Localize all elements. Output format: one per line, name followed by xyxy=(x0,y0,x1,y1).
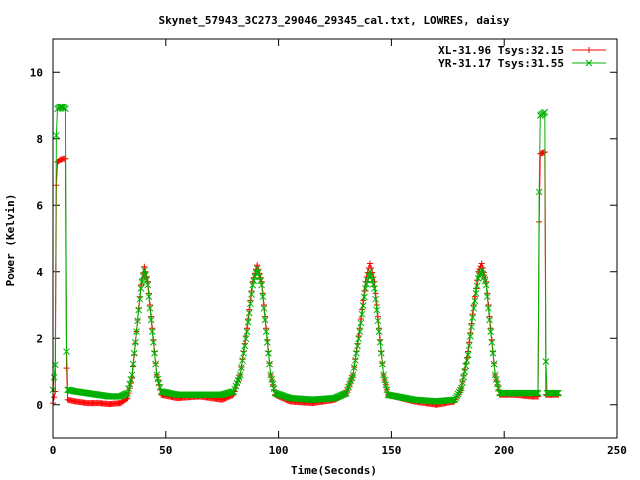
legend-label-yr: YR-31.17 Tsys:31.55 xyxy=(438,57,564,70)
x-tick-label: 100 xyxy=(269,444,289,457)
x-tick-label: 50 xyxy=(159,444,172,457)
x-tick-label: 0 xyxy=(50,444,57,457)
x-tick-label: 150 xyxy=(381,444,401,457)
y-tick-label: 4 xyxy=(36,266,43,279)
x-tick-label: 200 xyxy=(494,444,514,457)
chart: Skynet_57943_3C273_29046_29345_cal.txt, … xyxy=(0,0,640,480)
y-tick-label: 10 xyxy=(30,66,43,79)
y-tick-label: 0 xyxy=(36,399,43,412)
x-axis-label: Time(Seconds) xyxy=(291,464,377,477)
y-axis-label: Power (Kelvin) xyxy=(4,194,17,287)
y-tick-label: 8 xyxy=(36,133,43,146)
y-tick-label: 2 xyxy=(36,332,43,345)
x-tick-label: 250 xyxy=(607,444,627,457)
y-tick-label: 6 xyxy=(36,199,43,212)
legend-label-xl: XL-31.96 Tsys:32.15 xyxy=(438,44,564,57)
chart-title: Skynet_57943_3C273_29046_29345_cal.txt, … xyxy=(159,14,510,27)
